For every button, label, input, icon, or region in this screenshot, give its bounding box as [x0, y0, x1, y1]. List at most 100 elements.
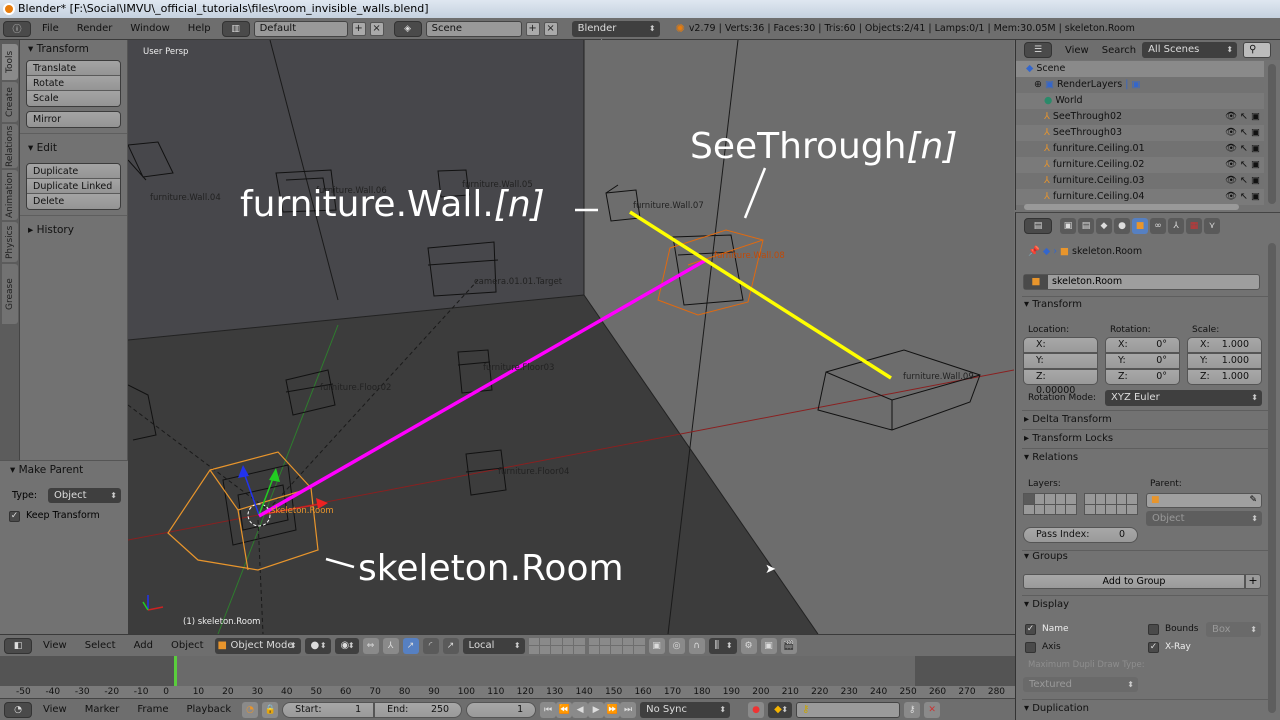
- proportional-edit-icon[interactable]: ◎: [668, 637, 685, 654]
- timeline-menu-marker[interactable]: Marker: [78, 704, 127, 715]
- outliner-item-scene[interactable]: ◆ Scene: [1016, 61, 1264, 77]
- render-tab-icon[interactable]: ▣: [1060, 218, 1076, 234]
- preview-range-icon[interactable]: ◔: [242, 701, 259, 718]
- mirror-button[interactable]: Mirror: [27, 112, 120, 127]
- outliner-item-ceiling02[interactable]: ⅄ furniture.Ceiling.02 👁 ↖ ▣: [1016, 157, 1264, 173]
- screen-layout-field[interactable]: Default: [253, 20, 348, 37]
- outliner-item-seethrough02[interactable]: ⅄ SeeThrough02 👁 ↖ ▣: [1016, 109, 1264, 125]
- tab-relations[interactable]: Relations: [2, 124, 18, 168]
- properties-scrollbar[interactable]: [1268, 243, 1276, 713]
- parent-type-select[interactable]: Object: [1146, 511, 1262, 526]
- menu-view[interactable]: View: [36, 640, 74, 651]
- jump-keyframe-forward-icon[interactable]: ⏩: [604, 701, 621, 718]
- delete-keyframe-icon[interactable]: ✕: [924, 701, 941, 718]
- outliner-editor-type-button[interactable]: ☰: [1024, 42, 1052, 58]
- texture-tab-icon[interactable]: ▦: [1186, 218, 1202, 234]
- duplication-header[interactable]: ▾ Duplication: [1024, 703, 1089, 714]
- max-dupli-select[interactable]: Textured: [1023, 677, 1138, 692]
- layer-buttons-1[interactable]: [528, 637, 585, 654]
- editor-type-button[interactable]: ⓘ: [3, 20, 31, 37]
- rotate-manipulator-icon[interactable]: ◜: [422, 637, 439, 654]
- render-engine-select[interactable]: Blender Render: [571, 20, 660, 50]
- display-name-checkbox[interactable]: ✓: [1025, 624, 1036, 635]
- location-x-field[interactable]: X: 0.00003: [1023, 337, 1098, 364]
- outliner-item-world[interactable]: ● World: [1016, 93, 1264, 109]
- lock-range-icon[interactable]: 🔒: [262, 701, 279, 718]
- timeline-editor-type-button[interactable]: ◔: [4, 701, 32, 718]
- object-name-field[interactable]: ■ skeleton.Room: [1023, 274, 1260, 290]
- pivot-point-select[interactable]: ◉: [334, 637, 359, 654]
- tab-create[interactable]: Create: [2, 82, 18, 122]
- visibility-icons[interactable]: 👁 ↖ ▣: [1225, 157, 1260, 173]
- edit-panel-header[interactable]: ▾ Edit: [20, 139, 127, 157]
- transform-orientation-select[interactable]: Local: [462, 637, 525, 654]
- history-panel-header[interactable]: ▸ History: [20, 221, 127, 239]
- pass-index-field[interactable]: Pass Index: 0: [1023, 527, 1138, 543]
- menu-select[interactable]: Select: [78, 640, 123, 651]
- outliner-search-field[interactable]: ⚲: [1243, 42, 1272, 58]
- scale-z-field[interactable]: Z: 1.000: [1187, 369, 1262, 385]
- display-axis-checkbox[interactable]: [1025, 642, 1036, 653]
- parent-type-select[interactable]: Object: [48, 488, 121, 503]
- display-header[interactable]: ▾ Display: [1024, 599, 1069, 610]
- current-frame-field[interactable]: 1: [466, 701, 537, 718]
- location-z-field[interactable]: Z: 0.00000: [1023, 369, 1098, 396]
- jump-start-icon[interactable]: ⏮: [540, 701, 557, 718]
- lock-layers-icon[interactable]: ▣: [648, 637, 665, 654]
- timeline-area[interactable]: [0, 656, 1015, 686]
- rotation-y-field[interactable]: Y: 0°: [1105, 353, 1180, 369]
- display-bounds-checkbox[interactable]: [1148, 624, 1159, 635]
- parent-field[interactable]: ■ ✎: [1146, 493, 1262, 508]
- outliner-scrollbar[interactable]: [1268, 64, 1276, 204]
- insert-keyframe-icon[interactable]: ⚷: [904, 701, 921, 718]
- rotation-mode-select[interactable]: XYZ Euler: [1105, 390, 1262, 406]
- rotation-z-field[interactable]: Z: 0°: [1105, 369, 1180, 385]
- translate-button[interactable]: Translate: [27, 61, 120, 76]
- duplicate-linked-button[interactable]: Duplicate Linked: [27, 179, 120, 194]
- jump-end-icon[interactable]: ⏭: [620, 701, 637, 718]
- manipulator-toggle-icon[interactable]: ⇔: [362, 637, 379, 654]
- eyedropper-icon[interactable]: ✎: [1249, 494, 1257, 507]
- layers-grid-2[interactable]: [1084, 493, 1138, 515]
- add-to-group-button[interactable]: Add to Group: [1023, 574, 1245, 589]
- keying-mode-select[interactable]: ◆: [768, 701, 793, 718]
- delete-button[interactable]: Delete: [27, 194, 120, 209]
- snap-element-select[interactable]: ⫼: [708, 637, 737, 654]
- visibility-icons[interactable]: 👁 ↖ ▣: [1225, 141, 1260, 157]
- layers-grid-1[interactable]: [1023, 493, 1077, 515]
- jump-keyframe-back-icon[interactable]: ⏪: [556, 701, 573, 718]
- tab-physics[interactable]: Physics: [2, 222, 18, 262]
- visibility-icons[interactable]: 👁 ↖ ▣: [1225, 189, 1260, 205]
- transform-panel-header[interactable]: ▾ Transform: [20, 40, 127, 58]
- display-xray-checkbox[interactable]: ✓: [1148, 642, 1159, 653]
- play-icon[interactable]: ▶: [588, 701, 605, 718]
- render-animation-icon[interactable]: 🎬: [780, 637, 797, 654]
- keep-transform-checkbox[interactable]: ✓: [9, 511, 20, 522]
- remove-screen-button[interactable]: ×: [369, 21, 384, 36]
- constraints-tab-icon[interactable]: ∞: [1150, 218, 1166, 234]
- current-frame-indicator[interactable]: [174, 656, 177, 686]
- outliner-item-renderlayers[interactable]: ⊕ ▣ RenderLayers | ▣: [1016, 77, 1264, 93]
- render-layers-tab-icon[interactable]: ▤: [1078, 218, 1094, 234]
- visibility-icons[interactable]: 👁 ↖ ▣: [1225, 109, 1260, 125]
- outliner-menu-view[interactable]: View: [1058, 45, 1096, 56]
- outliner-h-scrollbar[interactable]: [1024, 204, 1239, 210]
- screen-layout-icon[interactable]: ▥: [221, 20, 250, 37]
- record-icon[interactable]: ●: [748, 701, 765, 718]
- object-browse-icon[interactable]: ■: [1024, 275, 1048, 289]
- translate-manipulator-icon[interactable]: ↗: [402, 637, 419, 654]
- scene-tab-icon[interactable]: ◆: [1096, 218, 1112, 234]
- make-parent-header[interactable]: ▾ Make Parent: [0, 461, 128, 479]
- outliner-item-ceiling04[interactable]: ⅄ furniture.Ceiling.04 👁 ↖ ▣: [1016, 189, 1264, 205]
- menu-window[interactable]: Window: [123, 23, 176, 34]
- visibility-icons[interactable]: 👁 ↖ ▣: [1225, 173, 1260, 189]
- start-frame-field[interactable]: Start: 1: [282, 701, 375, 718]
- render-still-icon[interactable]: ▣: [760, 637, 777, 654]
- data-tab-icon[interactable]: ⅄: [1168, 218, 1184, 234]
- scene-field[interactable]: Scene: [425, 20, 522, 37]
- object-tab-icon[interactable]: ■: [1132, 218, 1148, 234]
- location-y-field[interactable]: Y: -0.00003: [1023, 353, 1098, 380]
- menu-object[interactable]: Object: [164, 640, 211, 651]
- scale-y-field[interactable]: Y: 1.000: [1187, 353, 1262, 369]
- add-group-plus-button[interactable]: +: [1245, 574, 1261, 589]
